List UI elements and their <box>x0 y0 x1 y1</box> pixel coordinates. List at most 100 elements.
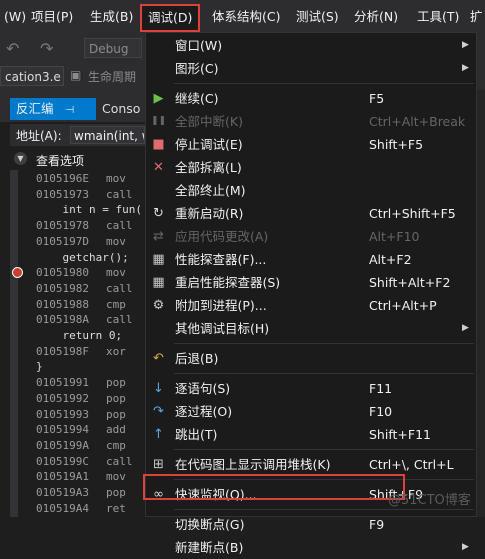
restart-icon: ↻ <box>153 206 164 221</box>
menu-item-label: 在代码图上显示调用堆栈(K) <box>175 457 331 472</box>
asm-address: 010519A4 <box>36 501 89 515</box>
menu-item-label: 全部终止(M) <box>175 183 246 198</box>
menu-item-shortcut: Shift+F5 <box>369 137 424 152</box>
asm-address: 01051982 <box>36 281 89 295</box>
menu-item-shortcut: Alt+F10 <box>369 229 420 244</box>
tab-disassembly[interactable]: 反汇编 ⊣ <box>10 98 96 120</box>
menu-bar: (W) 项目(P) 生成(B) 调试(D) 体系结构(C) 测试(S) 分析(N… <box>0 0 485 34</box>
menu-item-step-into[interactable]: ↓ 逐语句(S) F11 <box>146 377 476 400</box>
submenu-arrow-icon: ▶ <box>462 63 469 73</box>
address-label: 地址(A): <box>16 129 62 143</box>
menu-item-label: 图形(C) <box>175 61 219 76</box>
menu-build[interactable]: 生成(B) <box>90 6 133 28</box>
project-combo[interactable]: cation3.e <box>0 66 64 86</box>
asm-opcode: xor <box>106 344 126 358</box>
menu-project[interactable]: 项目(P) <box>31 6 73 28</box>
submenu-arrow-icon: ▶ <box>462 323 469 333</box>
source-line: return 0; <box>36 329 123 342</box>
menu-tools[interactable]: 工具(T) <box>417 6 459 28</box>
step-over-icon: ↷ <box>153 404 164 419</box>
address-input[interactable]: wmain(int, w <box>70 126 145 144</box>
menu-item-item-13[interactable]: 其他调试目标(H) ▶ <box>146 317 476 340</box>
menu-item-label: 逐过程(O) <box>175 404 233 419</box>
menu-item-step-out[interactable]: ↑ 跳出(T) Shift+F11 <box>146 423 476 446</box>
asm-opcode: mov <box>106 172 126 185</box>
asm-line: 010519A1 mov <box>36 470 126 484</box>
address-row: 地址(A): wmain(int, w <box>10 124 145 146</box>
asm-line: 0105199C call <box>36 454 133 468</box>
menu-item-item-26[interactable]: 新建断点(B) ▶ <box>146 536 476 559</box>
chevron-down-icon[interactable]: ▼ <box>14 152 27 165</box>
menu-separator <box>174 343 474 344</box>
asm-line: 0105198A call <box>36 313 133 326</box>
menu-item-label: 窗口(W) <box>175 38 223 53</box>
redo-icon[interactable]: ↷ <box>40 39 53 58</box>
asm-opcode: call <box>106 219 133 233</box>
menu-analyze[interactable]: 分析(N) <box>354 6 398 28</box>
asm-address: 0105197D <box>36 234 89 248</box>
view-options-label: 查看选项 <box>36 154 85 168</box>
menu-item-label: 其他调试目标(H) <box>175 321 270 336</box>
menu-item-detach[interactable]: ✕ 全部拆离(L) <box>146 156 476 179</box>
menu-item-label: 全部中断(K) <box>175 114 243 129</box>
menu-item-item-7[interactable]: 全部终止(M) <box>146 179 476 202</box>
pin-icon[interactable]: ⊣ <box>66 105 75 116</box>
menu-item-stop[interactable]: ■ 停止调试(E) Shift+F5 <box>146 133 476 156</box>
menu-item-attach[interactable]: ⚙ 附加到进程(P)... Ctrl+Alt+P <box>146 294 476 317</box>
menu-separator <box>174 373 474 374</box>
undo-icon[interactable]: ↶ <box>6 39 19 58</box>
breakpoint-marker-icon[interactable] <box>12 267 23 278</box>
step-out-icon: ↑ <box>153 427 164 442</box>
asm-line: 01051982 call <box>36 281 133 295</box>
asm-address: 0105199C <box>36 454 89 468</box>
menu-item-shortcut: Ctrl+Alt+Break <box>369 114 466 129</box>
menu-item-callstack-map[interactable]: ⊞ 在代码图上显示调用堆栈(K) Ctrl+\, Ctrl+L <box>146 453 476 476</box>
menu-item-item-1[interactable]: 图形(C) ▶ <box>146 57 476 80</box>
asm-line: 0105199A cmp <box>36 439 126 452</box>
menu-test[interactable]: 测试(S) <box>296 6 339 28</box>
asm-address: 010519A1 <box>36 470 89 484</box>
source-line: int n = fun( <box>36 203 142 217</box>
menu-item-label: 附加到进程(P)... <box>175 298 267 313</box>
menu-item-label: 新建断点(B) <box>175 540 244 555</box>
lifecycle-label: 生命周期 <box>88 70 137 84</box>
config-combo[interactable]: Debug <box>84 38 142 58</box>
menu-item-shortcut: F5 <box>369 91 385 106</box>
menu-item-shortcut: Shift+Alt+F2 <box>369 275 451 290</box>
asm-line: 010519A3 pop <box>36 486 126 499</box>
asm-address: 0105196E <box>36 172 89 185</box>
pause-icon: ❚❚ <box>151 116 167 126</box>
menu-item-profiler[interactable]: ▦ 性能探查器(F)... Alt+F2 <box>146 248 476 271</box>
menu-item-pause: ❚❚ 全部中断(K) Ctrl+Alt+Break <box>146 110 476 133</box>
menu-item-item-0[interactable]: 窗口(W) ▶ <box>146 34 476 57</box>
menu-debug[interactable]: 调试(D) <box>140 4 201 32</box>
asm-address: 01051988 <box>36 297 89 311</box>
menu-item-restart[interactable]: ↻ 重新启动(R) Ctrl+Shift+F5 <box>146 202 476 225</box>
submenu-arrow-icon: ▶ <box>462 40 469 50</box>
watermark: @51CTO博客 <box>388 493 471 508</box>
asm-address: 01051994 <box>36 423 89 437</box>
menu-item-back[interactable]: ↶ 后退(B) <box>146 347 476 370</box>
asm-opcode: pop <box>106 391 126 405</box>
menu-item-play[interactable]: ▶ 继续(C) F5 <box>146 87 476 110</box>
tab-console[interactable]: Conso <box>96 98 146 120</box>
view-options[interactable]: ▼ 查看选项 <box>10 150 145 170</box>
asm-opcode: add <box>106 423 126 437</box>
callstack-map-icon: ⊞ <box>153 457 164 472</box>
asm-opcode: mov <box>106 234 126 248</box>
menu-window-partial[interactable]: (W) <box>4 6 26 28</box>
menu-separator <box>174 83 474 84</box>
menu-item-label: 重启性能探查器(S) <box>175 275 281 290</box>
asm-address: 01051991 <box>36 376 89 390</box>
stop-icon: ■ <box>152 137 165 152</box>
source-line: } <box>36 360 43 374</box>
menu-item-profiler-restart[interactable]: ▦ 重启性能探查器(S) Shift+Alt+F2 <box>146 271 476 294</box>
menu-extensions-partial[interactable]: 扩 <box>470 6 483 28</box>
menu-item-label: 应用代码更改(A) <box>175 229 269 244</box>
menu-item-label: 跳出(T) <box>175 427 218 442</box>
menu-item-step-over[interactable]: ↷ 逐过程(O) F10 <box>146 400 476 423</box>
asm-opcode: pop <box>106 376 126 390</box>
menu-architecture[interactable]: 体系结构(C) <box>212 6 280 28</box>
lifecycle-icon: ▣ <box>70 68 82 82</box>
menu-item-item-25[interactable]: 切换断点(G) F9 <box>146 513 476 536</box>
